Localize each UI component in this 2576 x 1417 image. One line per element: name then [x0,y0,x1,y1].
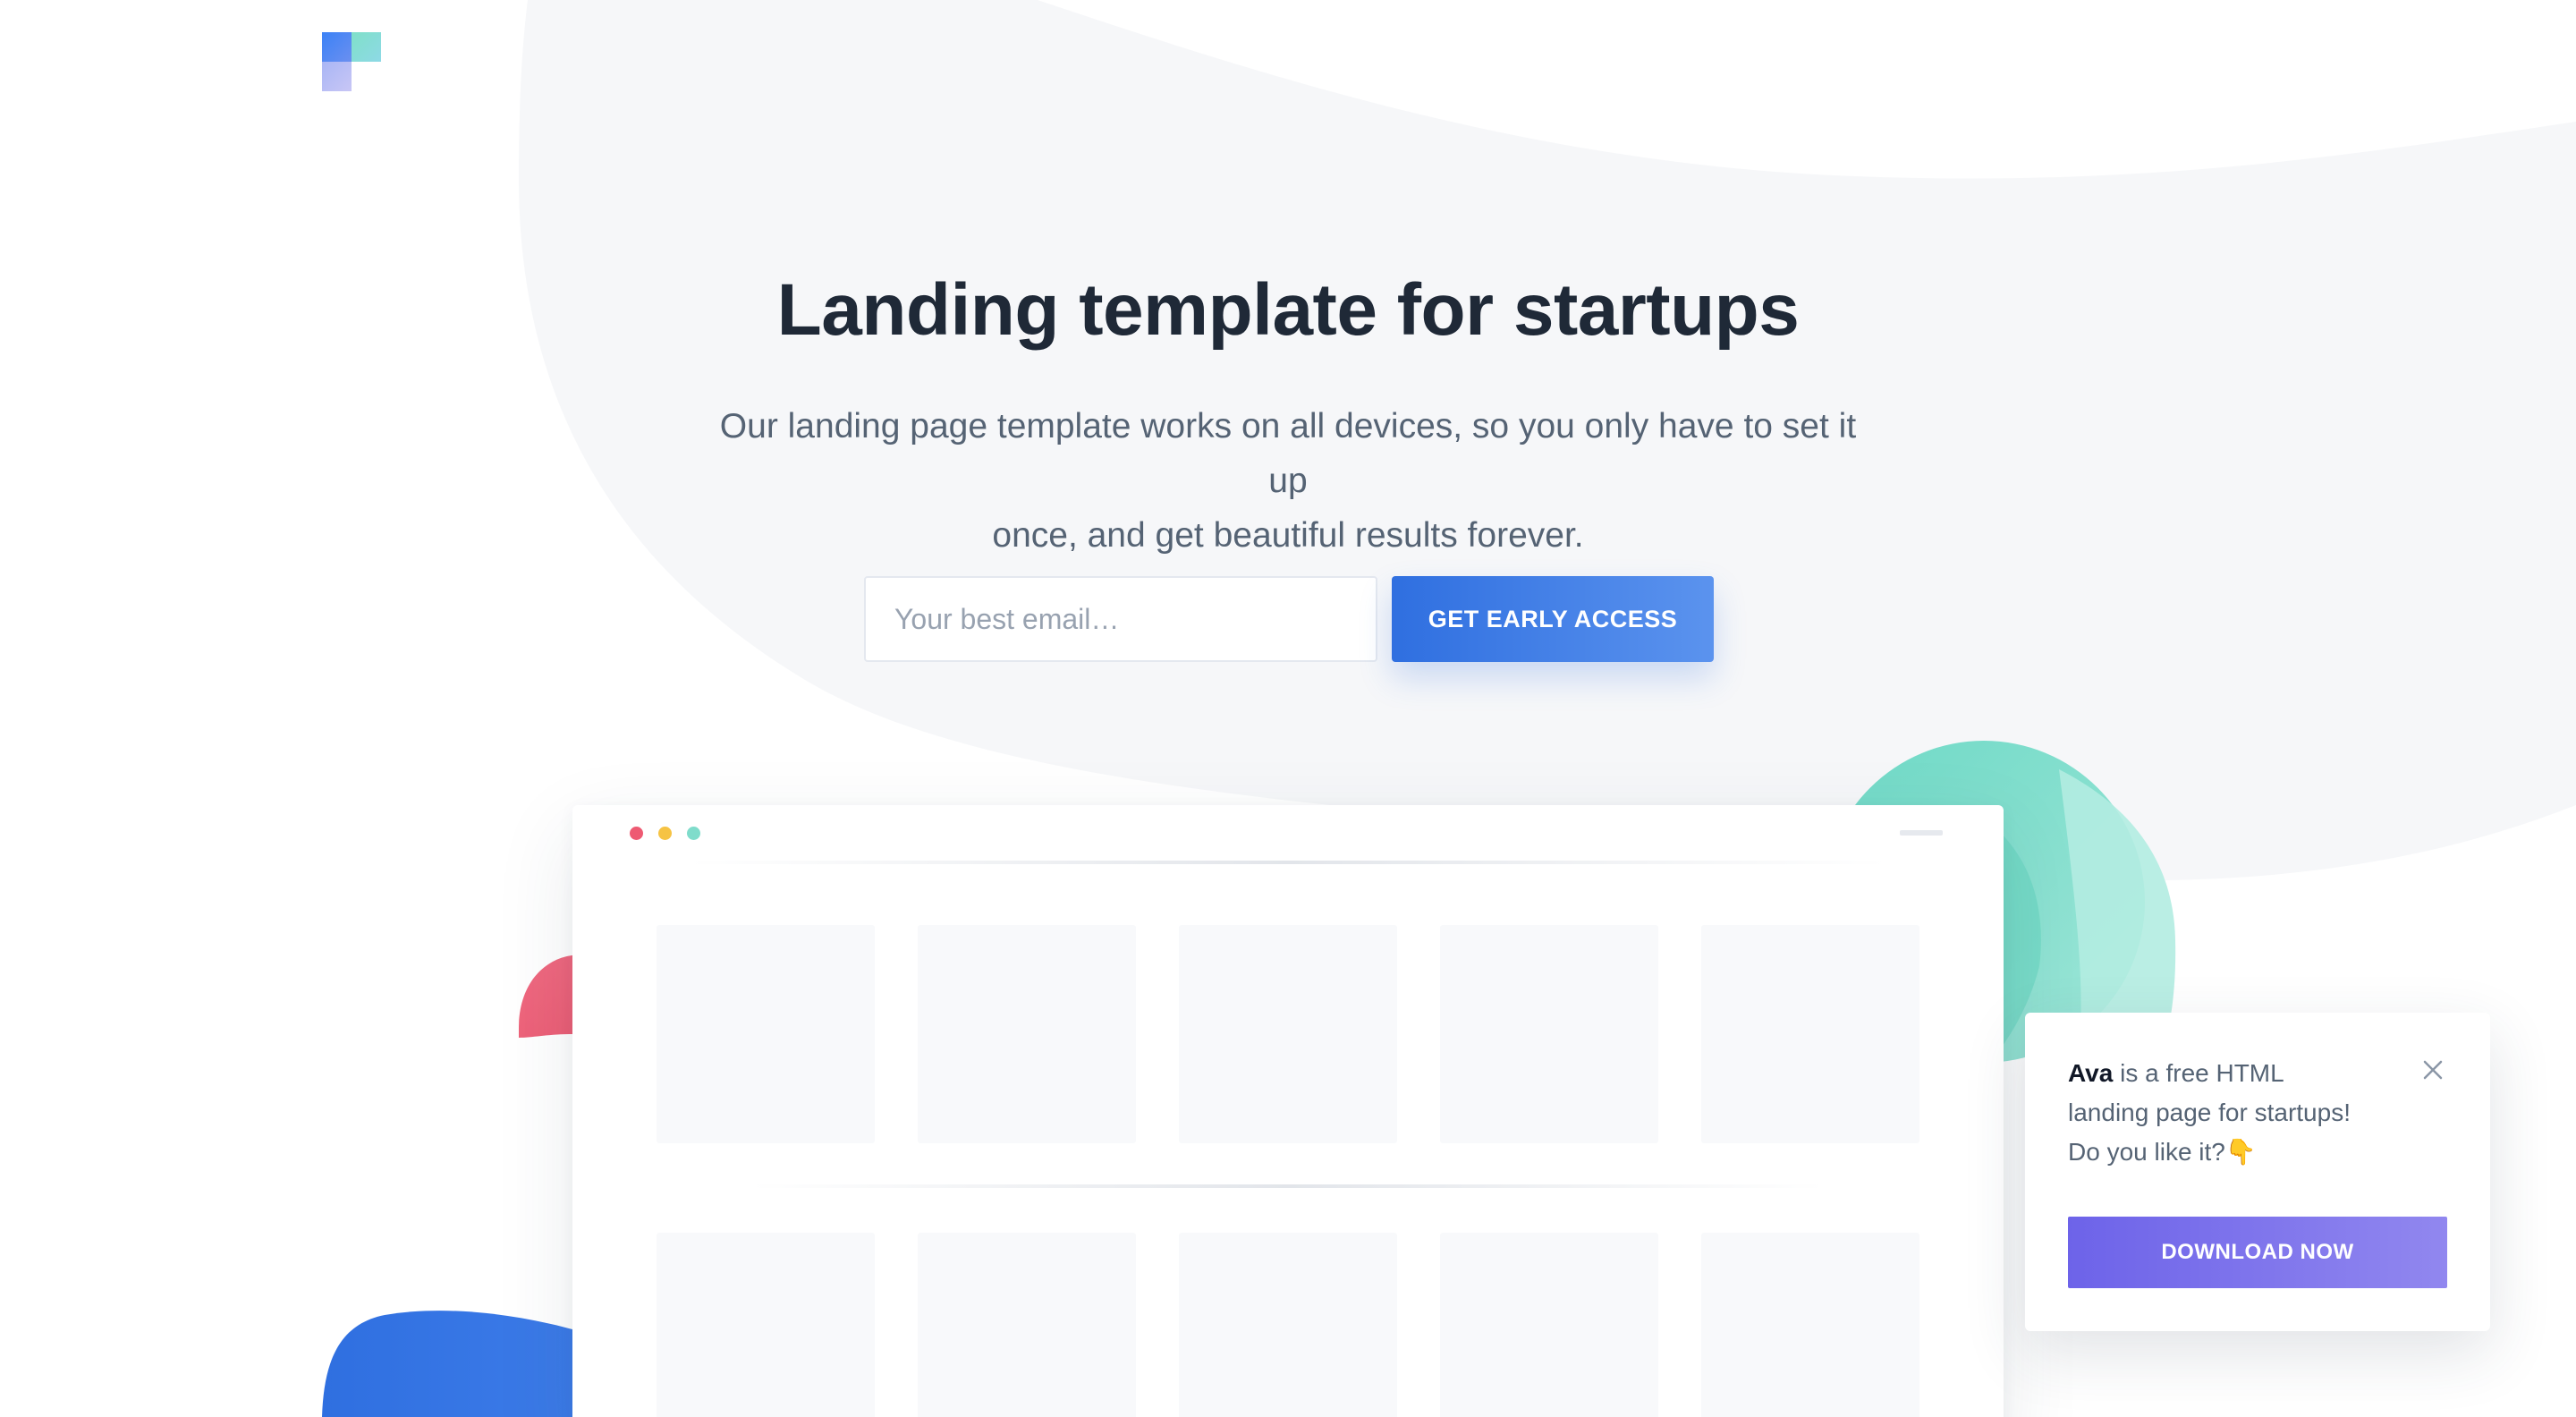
close-icon[interactable] [2419,1056,2447,1084]
popup-text-2: landing page for startups! [2068,1099,2351,1126]
email-input[interactable] [864,576,1377,662]
window-dot-yellow [658,827,672,840]
window-dot-green [687,827,700,840]
blue-blob-decor [322,1311,572,1417]
promo-popup: Ava is a free HTML landing page for star… [2025,1013,2490,1331]
window-dot-red [630,827,643,840]
squares-logo-icon[interactable] [322,32,381,91]
logo-square-blue [322,32,352,62]
popup-text-1: is a free HTML [2113,1059,2284,1087]
mockup-tile [1440,1233,1658,1417]
hero-subtitle-line-2: once, and get beautiful results forever. [992,516,1584,555]
pointing-down-emoji: 👇 [2224,1138,2257,1166]
landing-page: Landing template for startups Our landin… [0,0,2576,1417]
mockup-divider [751,1184,1825,1188]
hero-subtitle-line-1: Our landing page template works on all d… [719,407,1857,500]
logo-square-teal [352,32,381,62]
mockup-tile [657,925,875,1143]
mockup-tile [657,1233,875,1417]
mockup-tile [1701,925,1919,1143]
logo-square-lavender [322,62,352,91]
menu-line-icon [1900,830,1943,836]
mockup-tile [918,925,1136,1143]
download-now-button[interactable]: DOWNLOAD NOW [2068,1217,2447,1288]
get-early-access-button[interactable]: GET EARLY ACCESS [1392,576,1714,662]
mockup-tile [1701,1233,1919,1417]
popup-message: Ava is a free HTML landing page for star… [2068,1054,2426,1172]
mockup-tile [1179,925,1397,1143]
mockup-divider [689,861,1887,864]
mockup-tile [1179,1233,1397,1417]
hero-title: Landing template for startups [776,269,1800,351]
popup-text-3: Do you like it? [2068,1138,2225,1166]
mockup-tile [918,1233,1136,1417]
mockup-tile [1440,925,1658,1143]
hero-subtitle: Our landing page template works on all d… [698,399,1878,563]
browser-mockup [572,805,2004,1417]
popup-brand: Ava [2068,1059,2114,1087]
